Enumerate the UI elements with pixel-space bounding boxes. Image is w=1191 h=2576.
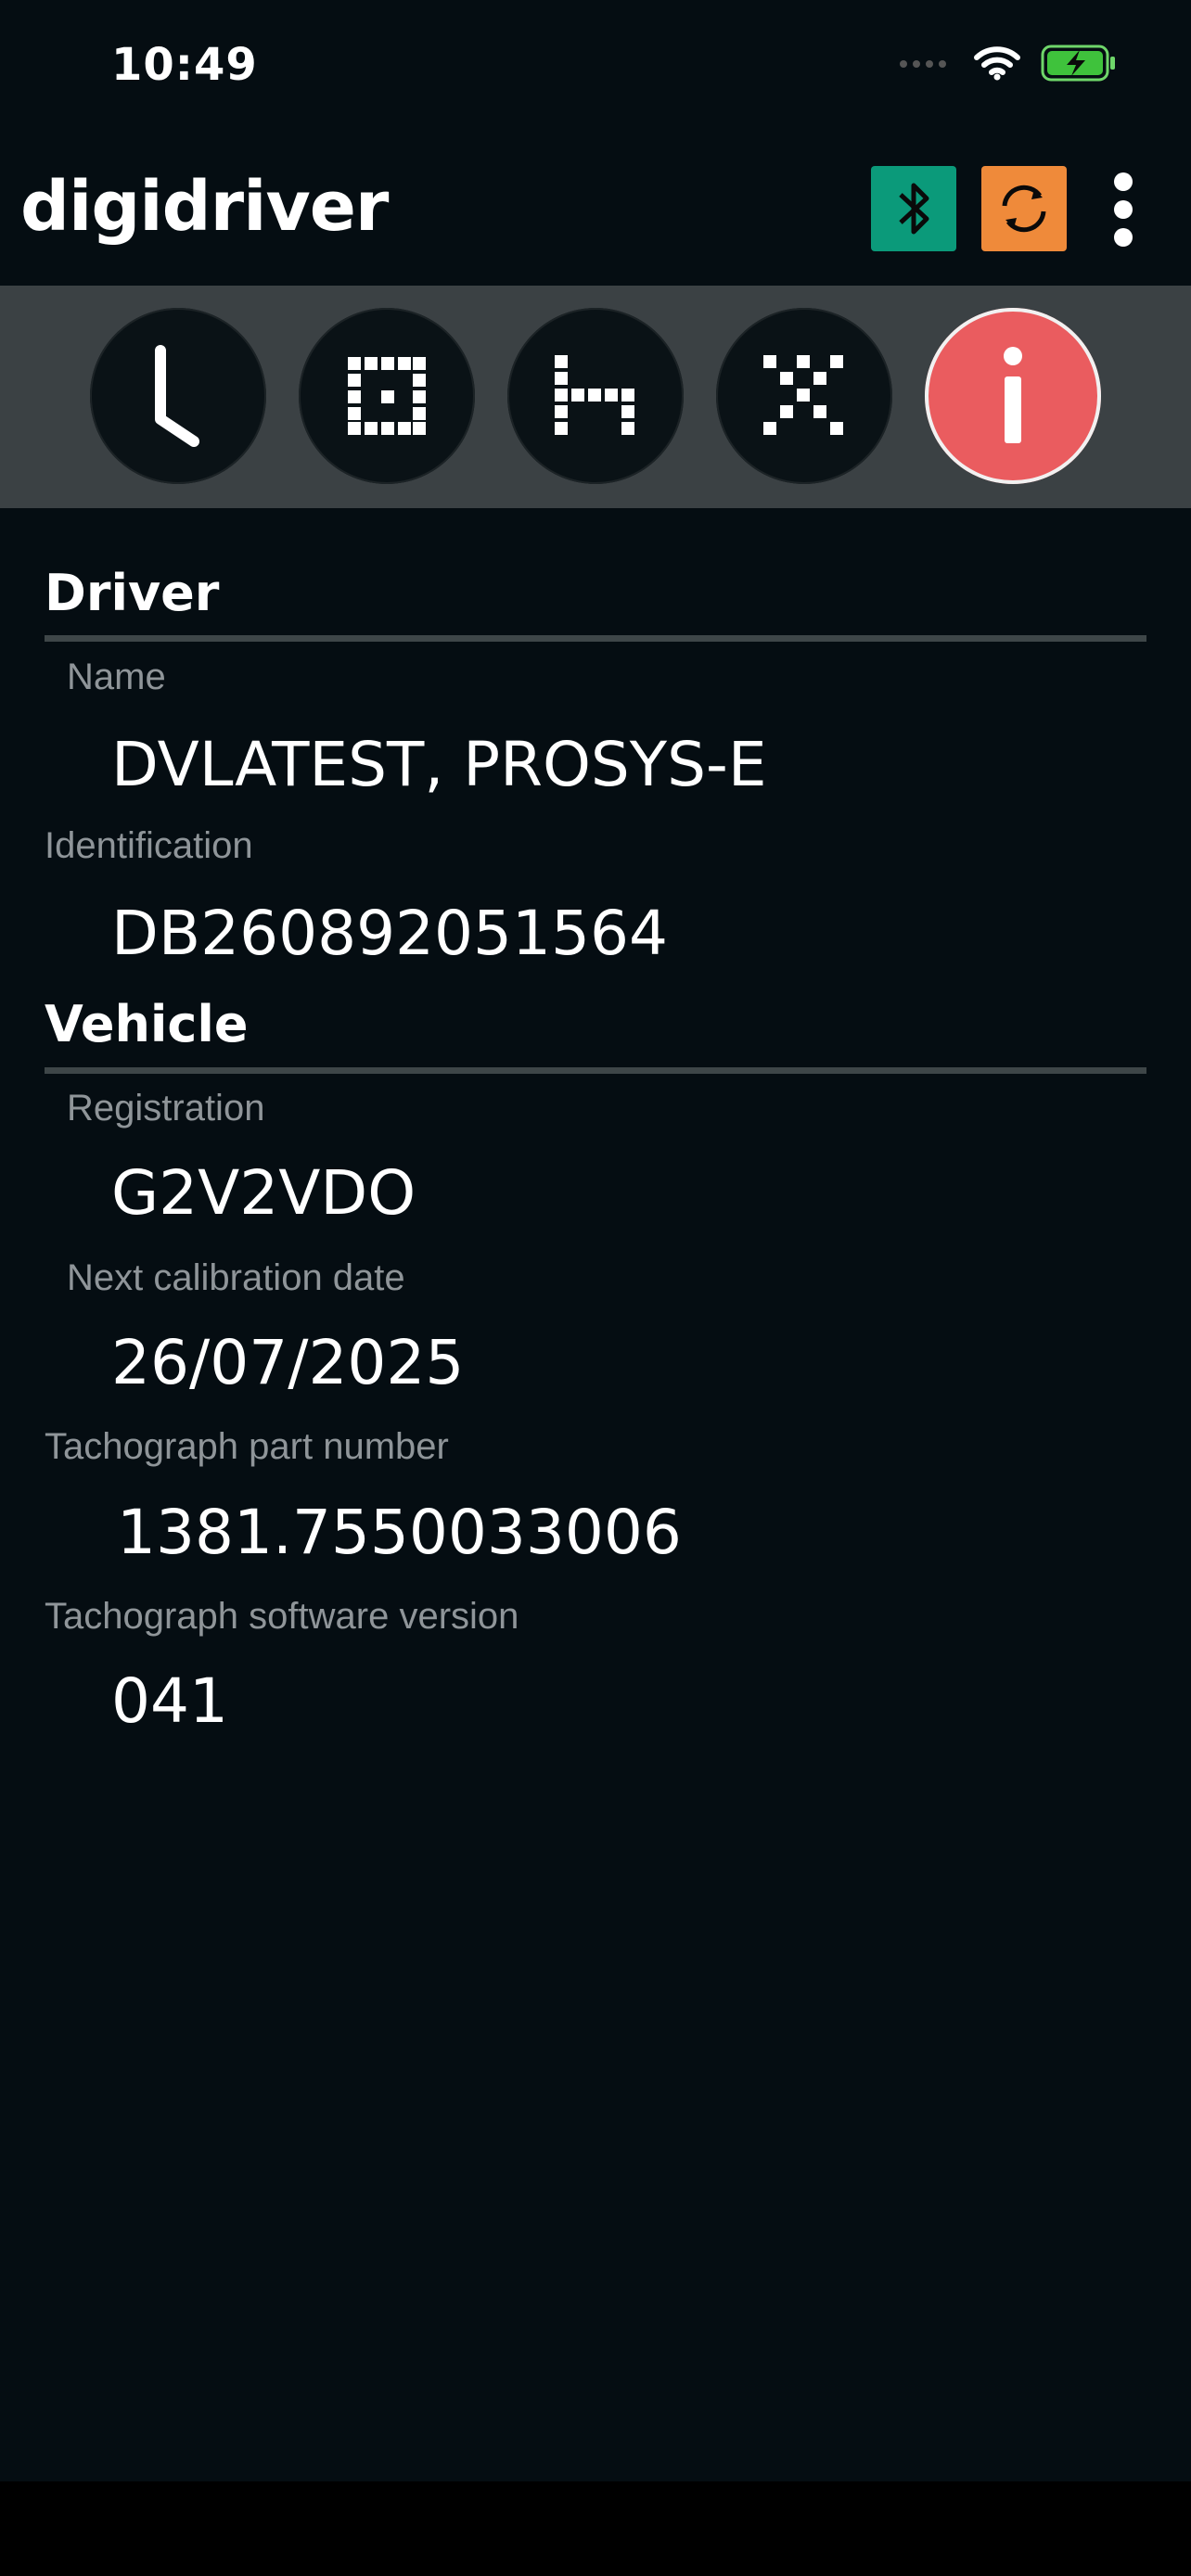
software-version-value: 041 (111, 1665, 228, 1737)
clock-icon (155, 345, 199, 447)
bluetooth-button[interactable] (871, 166, 956, 251)
identification-label: Identification (45, 825, 253, 866)
status-bar: 10:49 (0, 0, 1191, 139)
tab-clock[interactable] (90, 308, 266, 484)
battery-charging-icon (1041, 45, 1117, 86)
section-divider (45, 1067, 1146, 1074)
rest-bed-icon (555, 355, 634, 435)
registration-label: Registration (67, 1088, 265, 1129)
availability-icon (763, 355, 843, 435)
part-number-label: Tachograph part number (45, 1426, 449, 1467)
sync-button[interactable] (981, 166, 1067, 251)
tab-availability[interactable] (716, 308, 892, 484)
tab-rest[interactable] (507, 308, 684, 484)
name-label: Name (67, 657, 166, 697)
status-time: 10:49 (111, 39, 258, 91)
status-icons (898, 45, 1117, 86)
part-number-value: 1381.7550033006 (117, 1497, 682, 1568)
wifi-icon (974, 45, 1020, 85)
more-menu-button[interactable] (1100, 167, 1146, 252)
app-logo: digidriver (20, 167, 389, 247)
tab-info[interactable] (925, 308, 1101, 484)
driver-section-title: Driver (45, 564, 220, 622)
registration-value: G2V2VDO (111, 1157, 416, 1229)
identification-value: DB260892051564 (111, 898, 668, 969)
info-icon (1004, 347, 1022, 443)
software-version-label: Tachograph software version (45, 1596, 519, 1637)
more-vertical-icon (1114, 172, 1133, 191)
bluetooth-icon (899, 183, 929, 235)
activity-tab-bar (0, 286, 1191, 508)
calibration-value: 26/07/2025 (111, 1327, 465, 1398)
home-indicator-area (0, 2481, 1191, 2576)
name-value: DVLATEST, PROSYS-E (111, 729, 767, 800)
tab-work[interactable] (299, 308, 475, 484)
signal-dots-icon (898, 57, 954, 74)
app-header: digidriver (0, 139, 1191, 286)
calibration-label: Next calibration date (67, 1257, 405, 1298)
work-icon (348, 357, 426, 435)
section-divider (45, 635, 1146, 642)
sync-icon (1002, 185, 1046, 233)
vehicle-section-title: Vehicle (45, 995, 249, 1053)
